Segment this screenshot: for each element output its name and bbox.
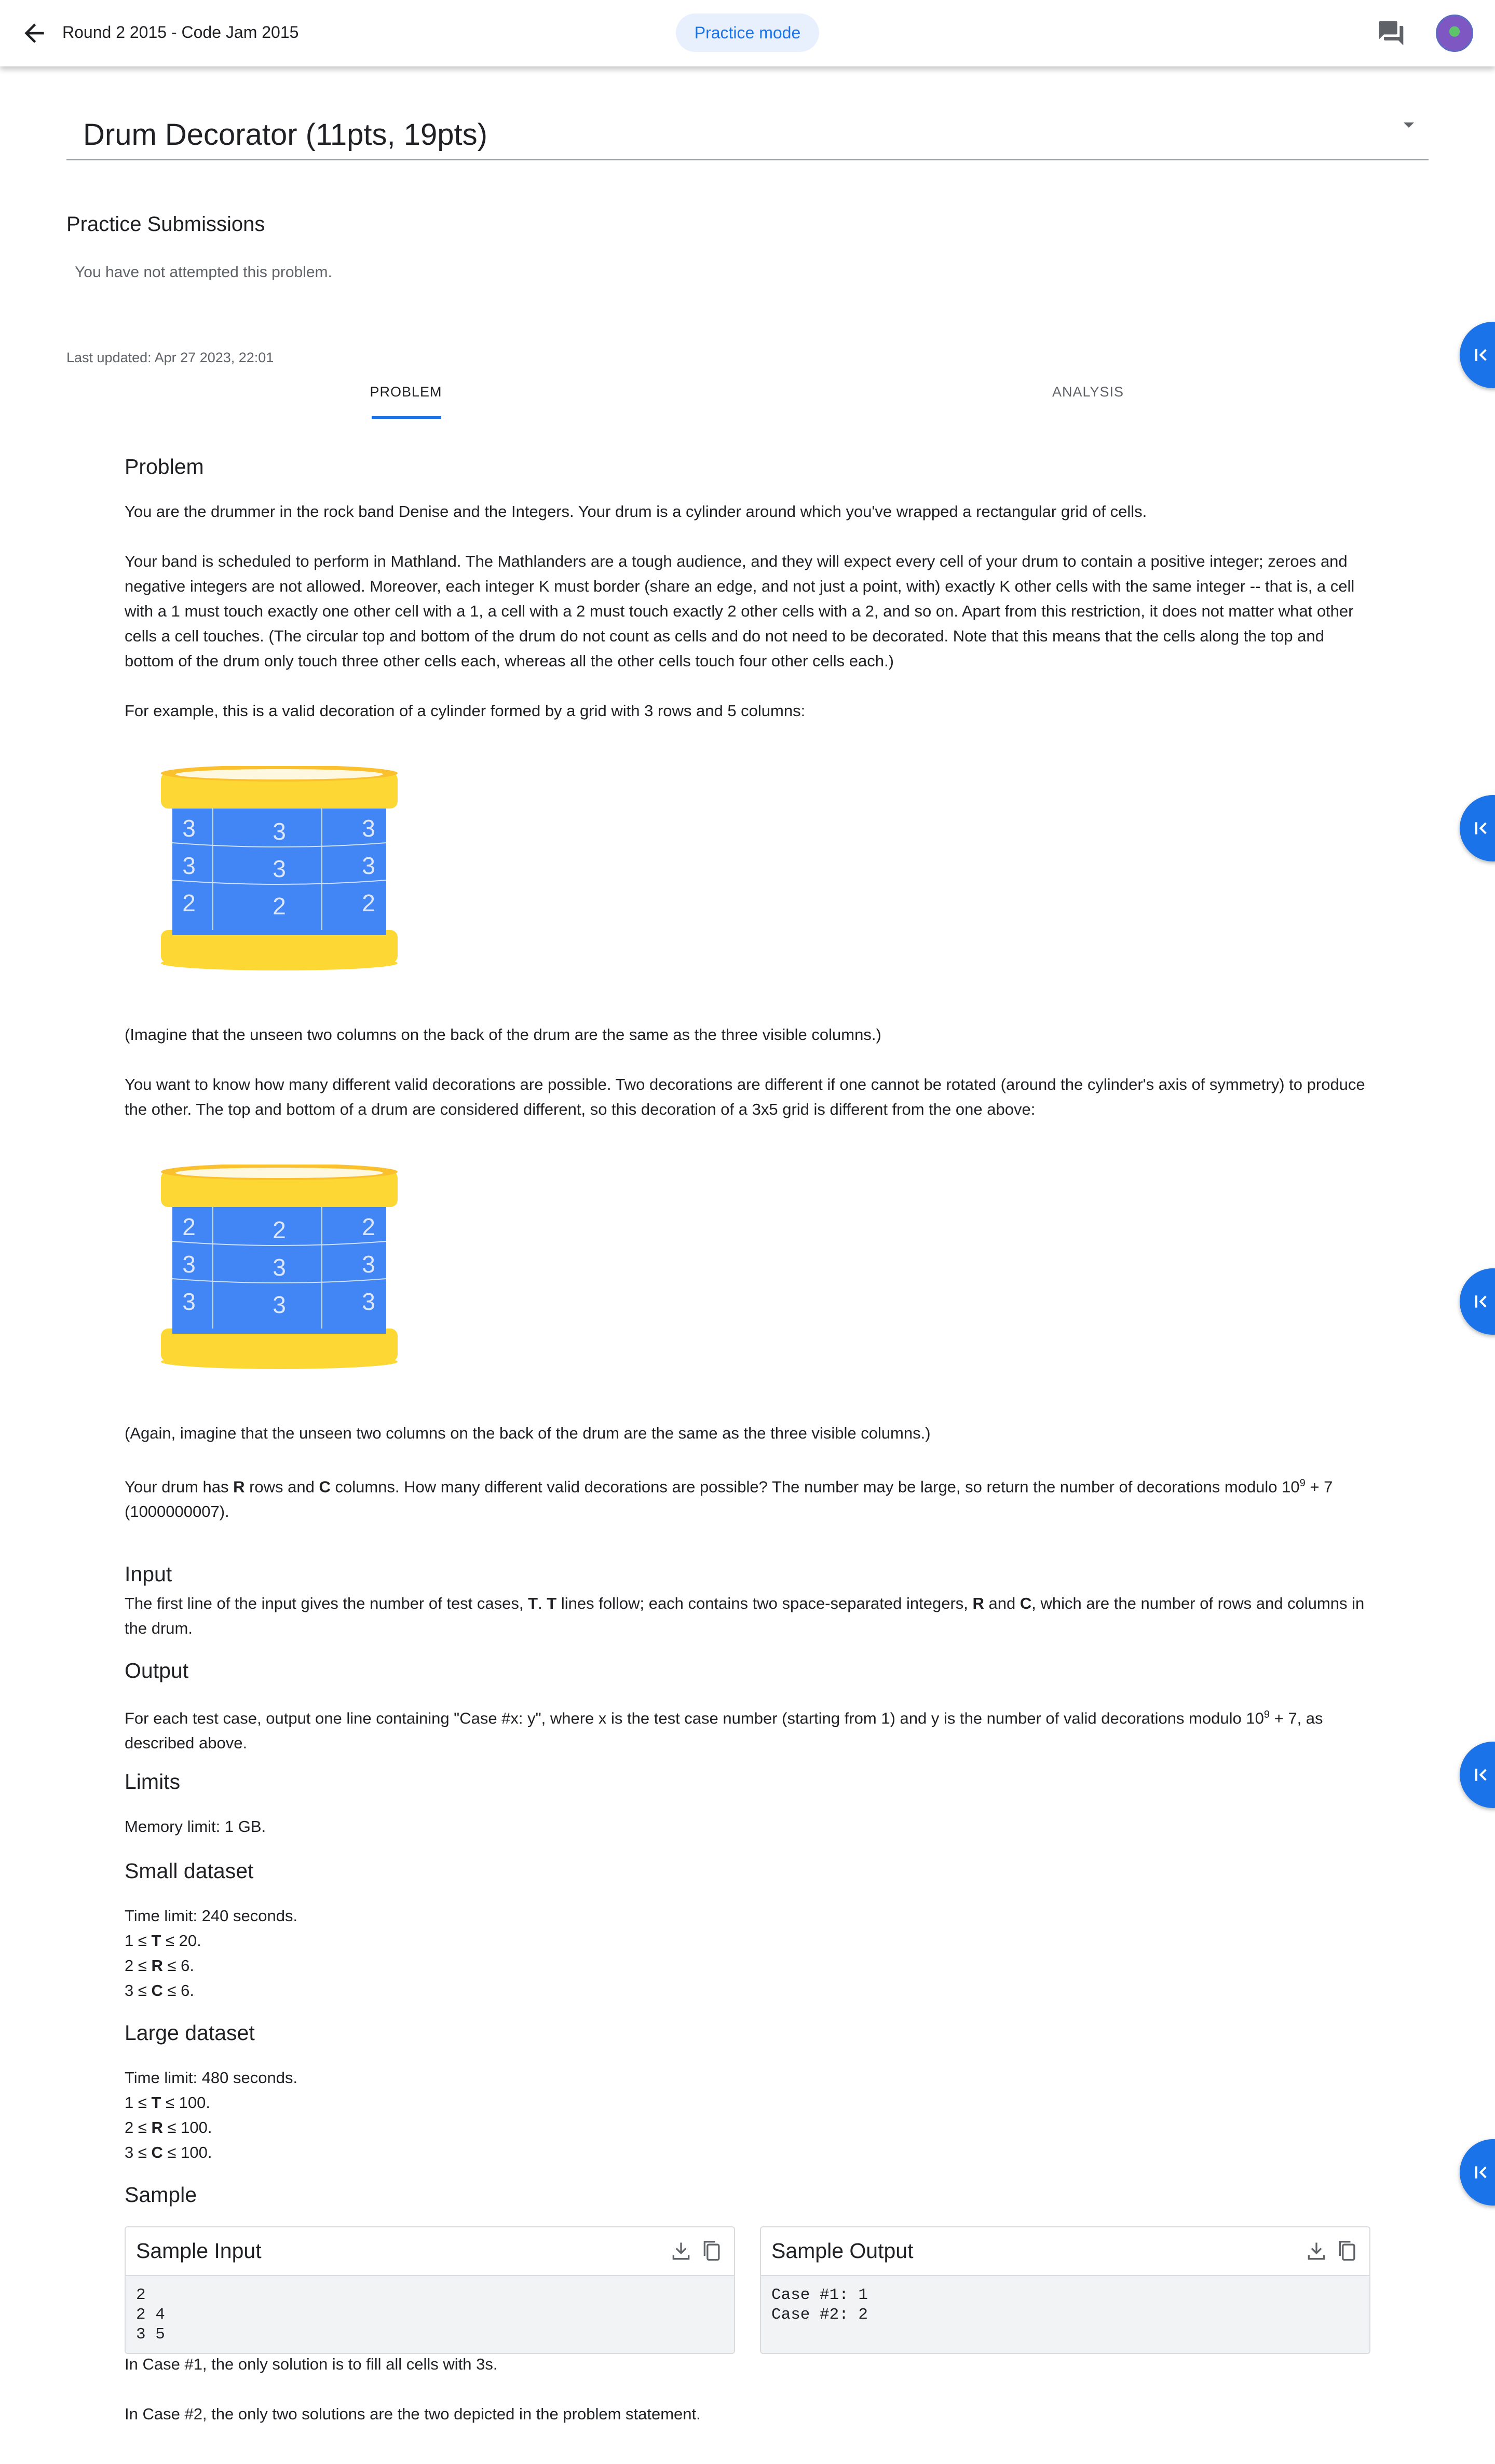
drum-cell: 3	[273, 855, 286, 882]
statement-paragraph: Your band is scheduled to perform in Mat…	[125, 552, 1355, 670]
copy-icon[interactable]	[701, 2239, 724, 2264]
side-collapse-button[interactable]	[1460, 2139, 1495, 2206]
collapse-left-icon	[1475, 1769, 1487, 1781]
drum-cell: 2	[273, 1216, 286, 1243]
sample-input-code[interactable]: 2 2 4 3 5	[136, 2285, 165, 2345]
side-collapse-button[interactable]	[1460, 322, 1495, 388]
drum-cell: 3	[182, 1251, 196, 1278]
dropdown-caret-icon[interactable]	[1404, 122, 1414, 128]
problem-heading: Problem	[125, 455, 204, 478]
input-heading: Input	[125, 1562, 172, 1586]
sample-output-header: Sample Output	[761, 2227, 1369, 2276]
side-collapse-button[interactable]	[1460, 795, 1495, 861]
drum-cell: 3	[362, 1251, 375, 1278]
last-updated: Last updated: Apr 27 2023, 22:01	[66, 350, 274, 365]
small-time-limit: Time limit: 240 seconds.	[125, 1907, 298, 1925]
small-constraint-t: 1 ≤ T ≤ 20.	[125, 1932, 201, 1950]
download-icon[interactable]	[670, 2240, 692, 2263]
statement-paragraph: Your drum has R rows and C columns. How …	[125, 1477, 1333, 1521]
collapse-left-icon	[1475, 349, 1487, 361]
copy-icon[interactable]	[1336, 2239, 1359, 2264]
drum-cell: 3	[182, 852, 196, 879]
drum-illustration: 2 2 2 3 3 3 3 3 3	[161, 1165, 398, 1369]
drum-cell: 3	[273, 1254, 286, 1281]
small-dataset-heading: Small dataset	[125, 1859, 254, 1883]
limits-heading: Limits	[125, 1770, 181, 1794]
memory-limit: Memory limit: 1 GB.	[125, 1817, 266, 1836]
sample-input-box: Sample Input 2 2 4 3 5	[125, 2226, 735, 2354]
case-explanation: In Case #2, the only two solutions are t…	[125, 2405, 701, 2423]
statement-paragraph: For example, this is a valid decoration …	[125, 702, 806, 720]
large-constraint-t: 1 ≤ T ≤ 100.	[125, 2093, 210, 2112]
breadcrumb[interactable]: Round 2 2015 - Code Jam 2015	[62, 23, 298, 42]
sample-output-title: Sample Output	[771, 2239, 914, 2263]
small-constraint-c: 3 ≤ C ≤ 6.	[125, 1981, 194, 2000]
drum-cell: 2	[362, 889, 375, 916]
statement-paragraph: You are the drummer in the rock band Den…	[125, 502, 1147, 521]
drum-cell: 3	[362, 1288, 375, 1315]
sample-heading: Sample	[125, 2183, 197, 2207]
practice-mode-chip[interactable]: Practice mode	[676, 13, 819, 52]
statement-paragraph: (Again, imagine that the unseen two colu…	[125, 1424, 931, 1442]
statement-paragraph: (Imagine that the unseen two columns on …	[125, 1025, 881, 1044]
case-explanation: In Case #1, the only solution is to fill…	[125, 2355, 498, 2373]
drum-illustration: 3 3 3 3 3 3 2 2 2	[161, 766, 398, 970]
drum-cell: 3	[362, 815, 375, 842]
top-app-bar: Round 2 2015 - Code Jam 2015 Practice mo…	[0, 0, 1495, 66]
drum-cell: 3	[273, 1291, 286, 1318]
drum-cell: 2	[273, 893, 286, 920]
tab-problem[interactable]: PROBLEM	[363, 384, 448, 400]
statement-paragraph: You want to know how many different vali…	[125, 1075, 1365, 1118]
output-paragraph: For each test case, output one line cont…	[125, 1709, 1323, 1753]
collapse-left-icon	[1475, 822, 1487, 834]
problem-select[interactable]: Drum Decorator (11pts, 19pts)	[66, 109, 1429, 160]
drum-cell: 3	[182, 1288, 196, 1315]
sample-output-code[interactable]: Case #1: 1 Case #2: 2	[771, 2285, 868, 2325]
collapse-left-icon	[1475, 2166, 1487, 2179]
small-constraint-r: 2 ≤ R ≤ 6.	[125, 1956, 194, 1975]
drum-cell: 3	[362, 852, 375, 879]
chat-icon[interactable]	[1377, 19, 1406, 48]
large-dataset-heading: Large dataset	[125, 2021, 255, 2045]
drum-cell: 2	[182, 1213, 196, 1240]
sample-input-title: Sample Input	[136, 2239, 262, 2263]
tab-analysis[interactable]: ANALYSIS	[1028, 384, 1148, 400]
side-collapse-button[interactable]	[1460, 1268, 1495, 1335]
drum-cell: 3	[273, 818, 286, 845]
sample-input-header: Sample Input	[126, 2227, 734, 2276]
back-arrow-icon[interactable]	[20, 19, 49, 48]
download-icon[interactable]	[1305, 2240, 1328, 2263]
input-paragraph: The first line of the input gives the nu…	[125, 1594, 1365, 1637]
output-heading: Output	[125, 1659, 189, 1682]
drum-cell: 3	[182, 815, 196, 842]
avatar[interactable]	[1436, 15, 1473, 52]
side-collapse-button[interactable]	[1460, 1742, 1495, 1808]
drum-cell: 2	[362, 1213, 375, 1240]
large-time-limit: Time limit: 480 seconds.	[125, 2069, 298, 2087]
large-constraint-c: 3 ≤ C ≤ 100.	[125, 2143, 212, 2161]
collapse-left-icon	[1475, 1295, 1487, 1308]
large-constraint-r: 2 ≤ R ≤ 100.	[125, 2118, 212, 2137]
practice-submissions-heading: Practice Submissions	[66, 213, 265, 236]
active-tab-indicator	[372, 416, 441, 419]
problem-title: Drum Decorator (11pts, 19pts)	[83, 118, 487, 152]
drum-cell: 2	[182, 889, 196, 916]
sample-output-box: Sample Output Case #1: 1 Case #2: 2	[760, 2226, 1370, 2354]
submissions-empty-note: You have not attempted this problem.	[75, 264, 332, 281]
